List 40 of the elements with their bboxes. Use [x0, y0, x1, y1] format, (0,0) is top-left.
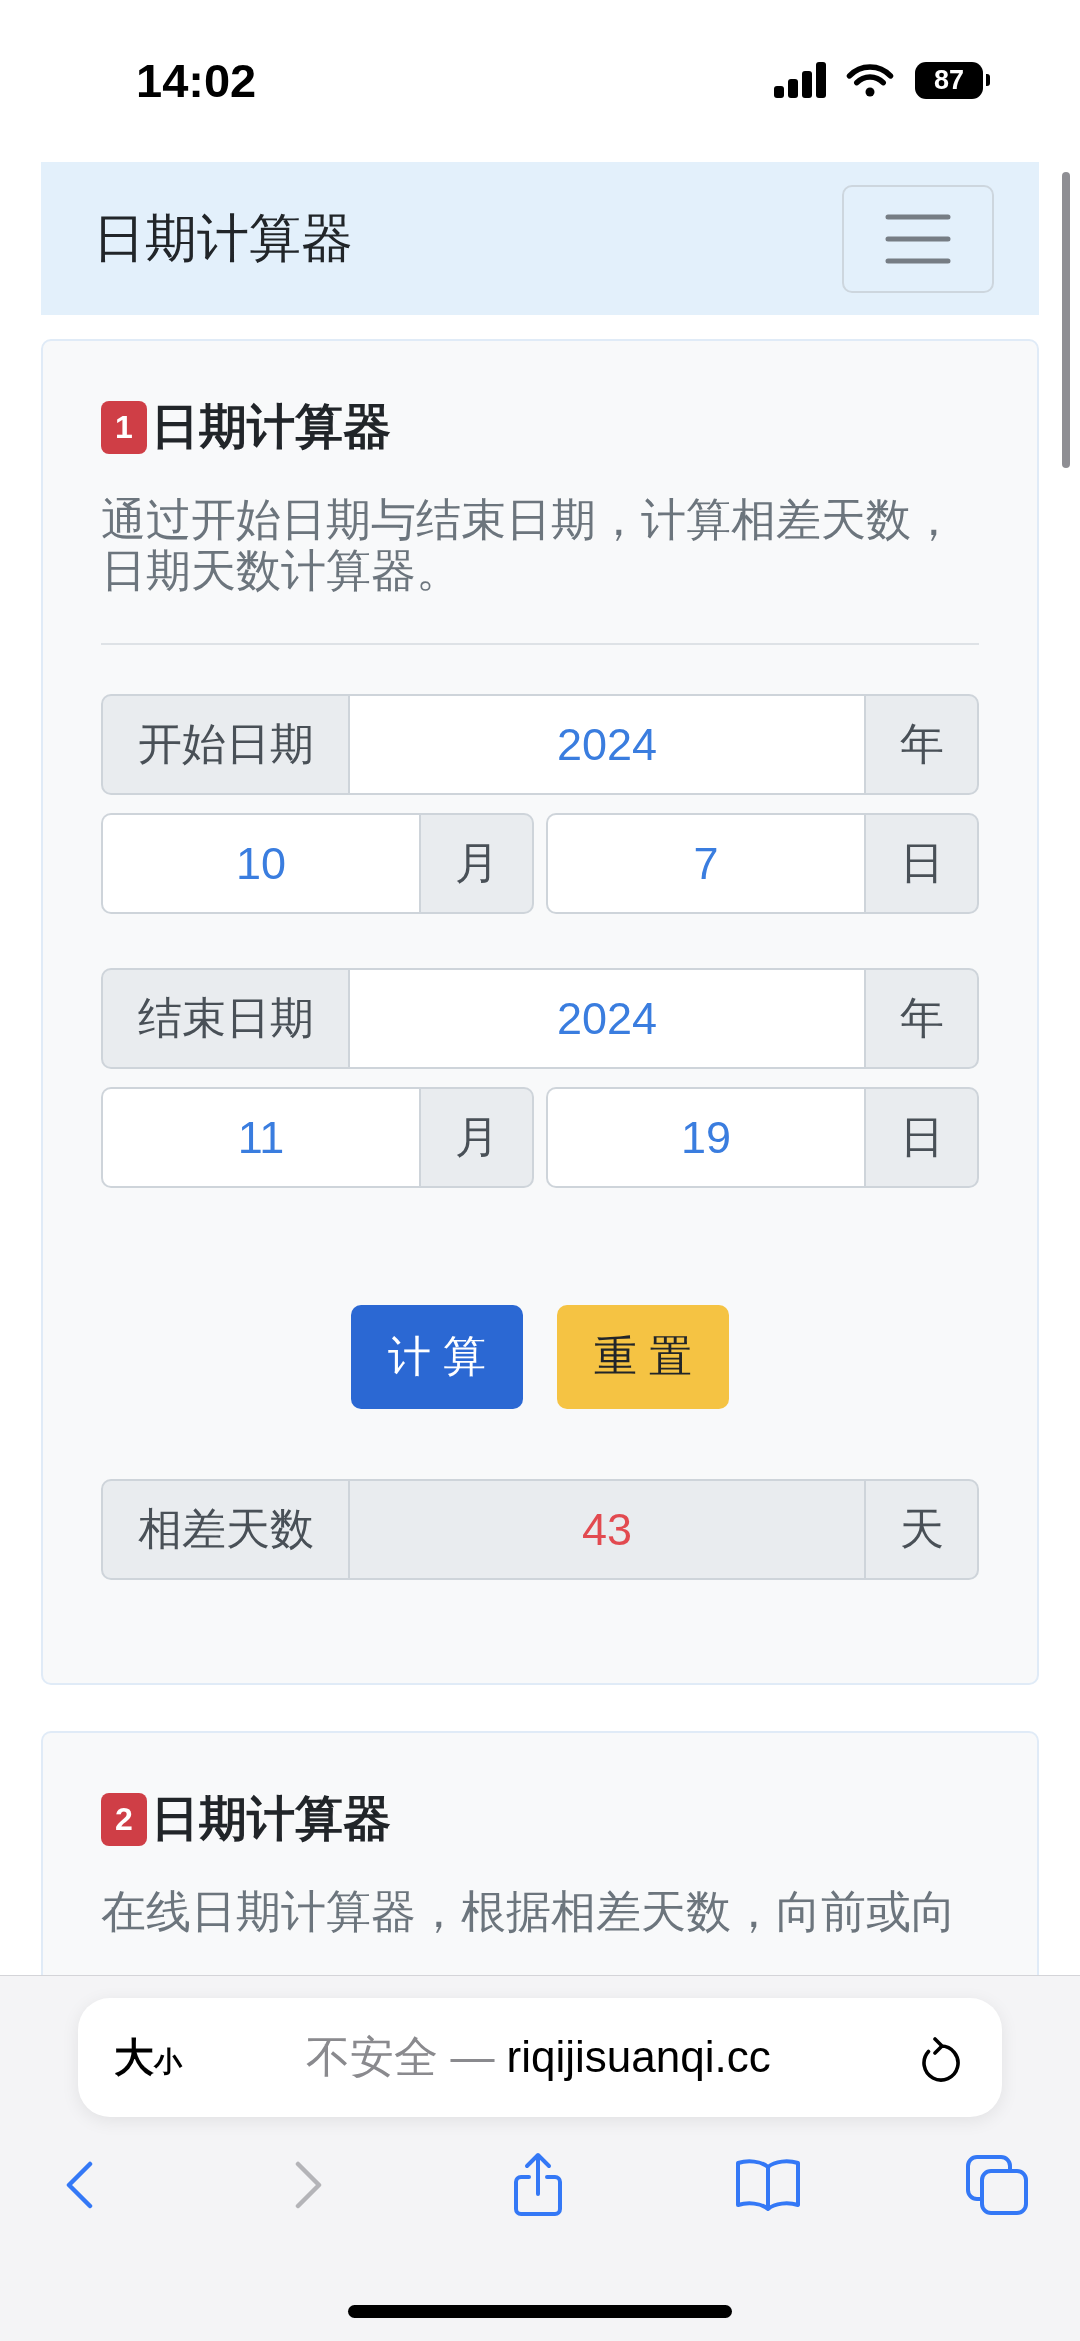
book-icon[interactable]: [734, 2158, 801, 2212]
share-icon[interactable]: [512, 2152, 564, 2218]
signal-icon: [774, 62, 827, 98]
unit-label: 月: [419, 813, 534, 914]
day-field[interactable]: 19: [546, 1087, 864, 1188]
unit-label: 月: [419, 1087, 534, 1188]
month-field[interactable]: 11: [101, 1087, 419, 1188]
reset-button[interactable]: 重 置: [557, 1305, 729, 1409]
text-size-button[interactable]: 大小: [114, 2030, 182, 2085]
wifi-icon: [846, 62, 894, 98]
card-description: 通过开始日期与结束日期，计算相差天数，日期天数计算器。: [101, 494, 957, 596]
tabs-icon[interactable]: [966, 2155, 1028, 2215]
field-label: 开始日期: [101, 694, 350, 795]
month-field[interactable]: 10: [101, 813, 419, 914]
year-field[interactable]: 2024: [350, 968, 864, 1069]
card-title: 日期计算器: [151, 399, 391, 455]
menu-button[interactable]: [842, 184, 994, 293]
unit-label: 年: [864, 968, 979, 1069]
menu-icon: [885, 213, 951, 264]
status-time: 14:02: [136, 52, 257, 108]
url-text: riqijisuanqi.cc: [506, 2032, 771, 2082]
day-field[interactable]: 7: [546, 813, 864, 914]
year-field[interactable]: 2024: [350, 694, 864, 795]
address-bar[interactable]: 大小 不安全 — riqijisuanqi.cc: [78, 1998, 1002, 2117]
field-label: 相差天数: [101, 1479, 350, 1580]
calculate-button[interactable]: 计 算: [351, 1305, 523, 1409]
field-label: 结束日期: [101, 968, 350, 1069]
navbar-title[interactable]: 日期计算器: [93, 203, 353, 274]
card-title: 日期计算器: [151, 1791, 391, 1847]
back-icon[interactable]: [65, 2161, 93, 2209]
unit-label: 天: [864, 1479, 979, 1580]
security-label: 不安全 —: [306, 2031, 495, 2083]
number-badge: 1: [101, 400, 147, 454]
number-badge: 2: [101, 1792, 147, 1846]
battery-indicator: 87: [915, 61, 990, 99]
card-description: 在线日期计算器，根据相差天数，向前或向: [101, 1886, 957, 1937]
unit-label: 日: [864, 1087, 979, 1188]
unit-label: 日: [864, 813, 979, 914]
unit-label: 年: [864, 694, 979, 795]
result-field[interactable]: 43: [350, 1479, 864, 1580]
